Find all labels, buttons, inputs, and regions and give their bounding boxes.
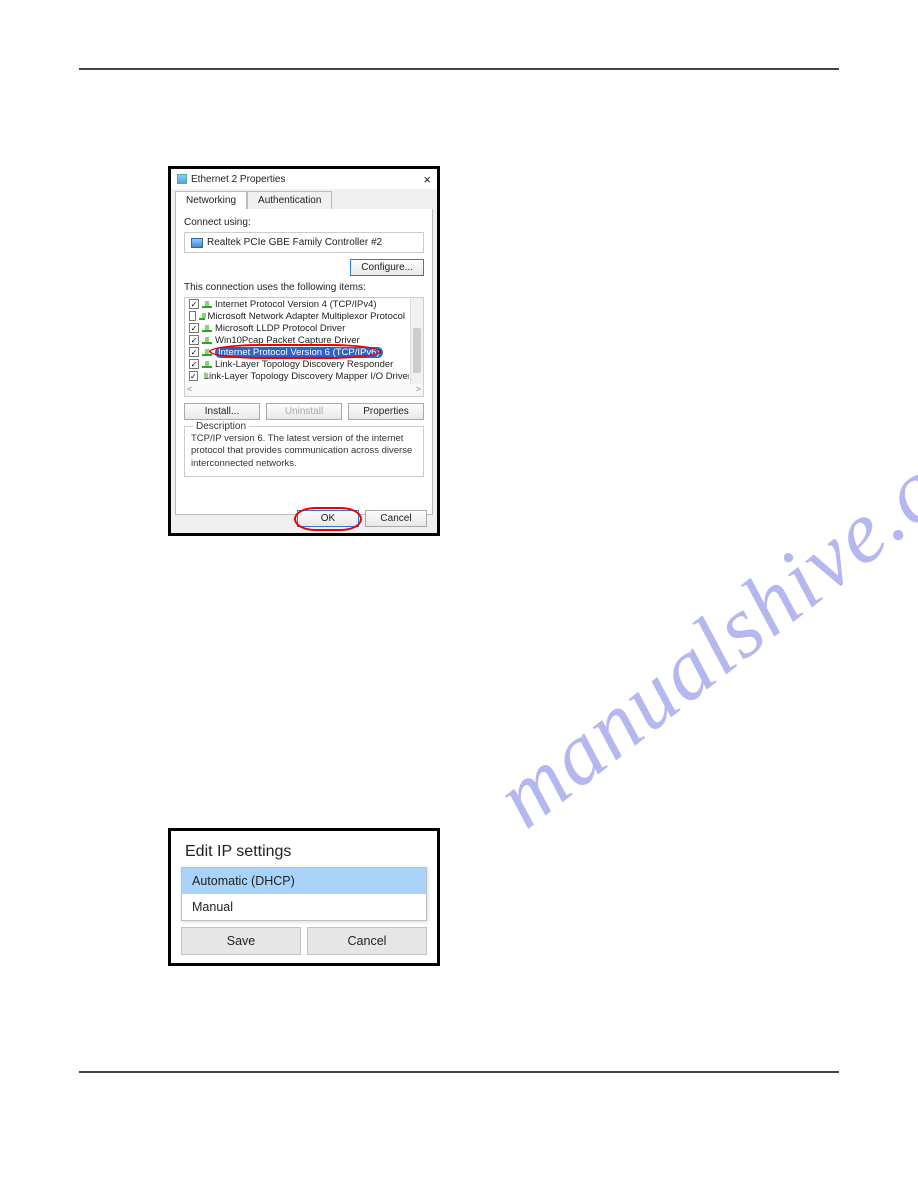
network-adapter-icon [177, 174, 187, 184]
tab-body: Connect using: Realtek PCIe GBE Family C… [175, 209, 433, 515]
tab-networking[interactable]: Networking [175, 191, 247, 209]
adapter-name: Realtek PCIe GBE Family Controller #2 [207, 237, 382, 248]
list-item[interactable]: ✓ Microsoft LLDP Protocol Driver [185, 322, 409, 334]
watermark-text: manualshive.com [477, 373, 918, 849]
checkbox-icon[interactable]: ✓ [189, 347, 199, 357]
page-divider-bottom [79, 1071, 839, 1073]
scroll-right-icon[interactable]: > [416, 384, 421, 396]
item-label: Microsoft LLDP Protocol Driver [215, 323, 345, 334]
uninstall-button: Uninstall [266, 403, 342, 420]
protocol-icon [202, 360, 212, 368]
vertical-scrollbar[interactable] [410, 298, 423, 384]
ethernet-properties-dialog: Ethernet 2 Properties × Networking Authe… [168, 166, 440, 536]
item-label: Internet Protocol Version 4 (TCP/IPv4) [215, 299, 377, 310]
checkbox-icon[interactable]: ✓ [189, 359, 199, 369]
checkbox-icon[interactable]: ✓ [189, 323, 199, 333]
connection-items-listbox[interactable]: ✓ Internet Protocol Version 4 (TCP/IPv4)… [184, 297, 424, 397]
description-text: TCP/IP version 6. The latest version of … [191, 433, 412, 469]
ip-dialog-title: Edit IP settings [171, 831, 437, 867]
list-item[interactable]: ✓ Win10Pcap Packet Capture Driver [185, 334, 409, 346]
protocol-icon [199, 312, 205, 320]
protocol-icon [202, 336, 212, 344]
checkbox-icon[interactable]: ✓ [189, 335, 199, 345]
adapter-field[interactable]: Realtek PCIe GBE Family Controller #2 [184, 232, 424, 253]
save-button[interactable]: Save [181, 927, 301, 955]
edit-ip-settings-dialog: Edit IP settings Automatic (DHCP) Manual… [168, 828, 440, 966]
items-label: This connection uses the following items… [184, 282, 424, 293]
ip-option-automatic[interactable]: Automatic (DHCP) [182, 868, 426, 894]
ip-mode-dropdown[interactable]: Automatic (DHCP) Manual [181, 867, 427, 921]
dialog-titlebar[interactable]: Ethernet 2 Properties × [171, 169, 437, 189]
checkbox-icon[interactable] [189, 311, 196, 321]
item-label: Link-Layer Topology Discovery Responder [215, 359, 393, 370]
cancel-button[interactable]: Cancel [365, 510, 427, 527]
description-group: Description TCP/IP version 6. The latest… [184, 426, 424, 477]
protocol-icon [202, 348, 212, 356]
cancel-button[interactable]: Cancel [307, 927, 427, 955]
scrollbar-thumb[interactable] [413, 328, 421, 373]
item-label: Win10Pcap Packet Capture Driver [215, 335, 360, 346]
ok-button[interactable]: OK [297, 510, 359, 527]
protocol-icon [202, 324, 212, 332]
network-card-icon [191, 238, 203, 248]
ip-option-manual[interactable]: Manual [182, 894, 426, 920]
list-item[interactable]: ✓ Link-Layer Topology Discovery Responde… [185, 358, 409, 370]
list-item[interactable]: ✓ Internet Protocol Version 4 (TCP/IPv4) [185, 298, 409, 310]
horizontal-scrollbar[interactable]: < > [185, 384, 423, 396]
connect-using-label: Connect using: [184, 217, 424, 228]
item-label: Microsoft Network Adapter Multiplexor Pr… [208, 311, 405, 322]
configure-button[interactable]: Configure... [350, 259, 424, 276]
description-legend: Description [193, 420, 249, 433]
item-label: Link-Layer Topology Discovery Mapper I/O… [204, 371, 409, 382]
list-item[interactable]: ✓ Link-Layer Topology Discovery Mapper I… [185, 370, 409, 382]
tab-strip: Networking Authentication [171, 189, 437, 209]
close-icon[interactable]: × [423, 172, 431, 187]
list-item[interactable]: ✓ Internet Protocol Version 6 (TCP/IPv6) [185, 346, 409, 358]
page-divider-top [79, 68, 839, 70]
tab-authentication[interactable]: Authentication [247, 191, 332, 209]
dialog-title: Ethernet 2 Properties [191, 174, 286, 185]
list-item[interactable]: Microsoft Network Adapter Multiplexor Pr… [185, 310, 409, 322]
properties-button[interactable]: Properties [348, 403, 424, 420]
checkbox-icon[interactable]: ✓ [189, 371, 198, 381]
item-label-selected: Internet Protocol Version 6 (TCP/IPv6) [215, 347, 383, 358]
protocol-icon [202, 300, 212, 308]
checkbox-icon[interactable]: ✓ [189, 299, 199, 309]
install-button[interactable]: Install... [184, 403, 260, 420]
scroll-left-icon[interactable]: < [187, 384, 192, 396]
